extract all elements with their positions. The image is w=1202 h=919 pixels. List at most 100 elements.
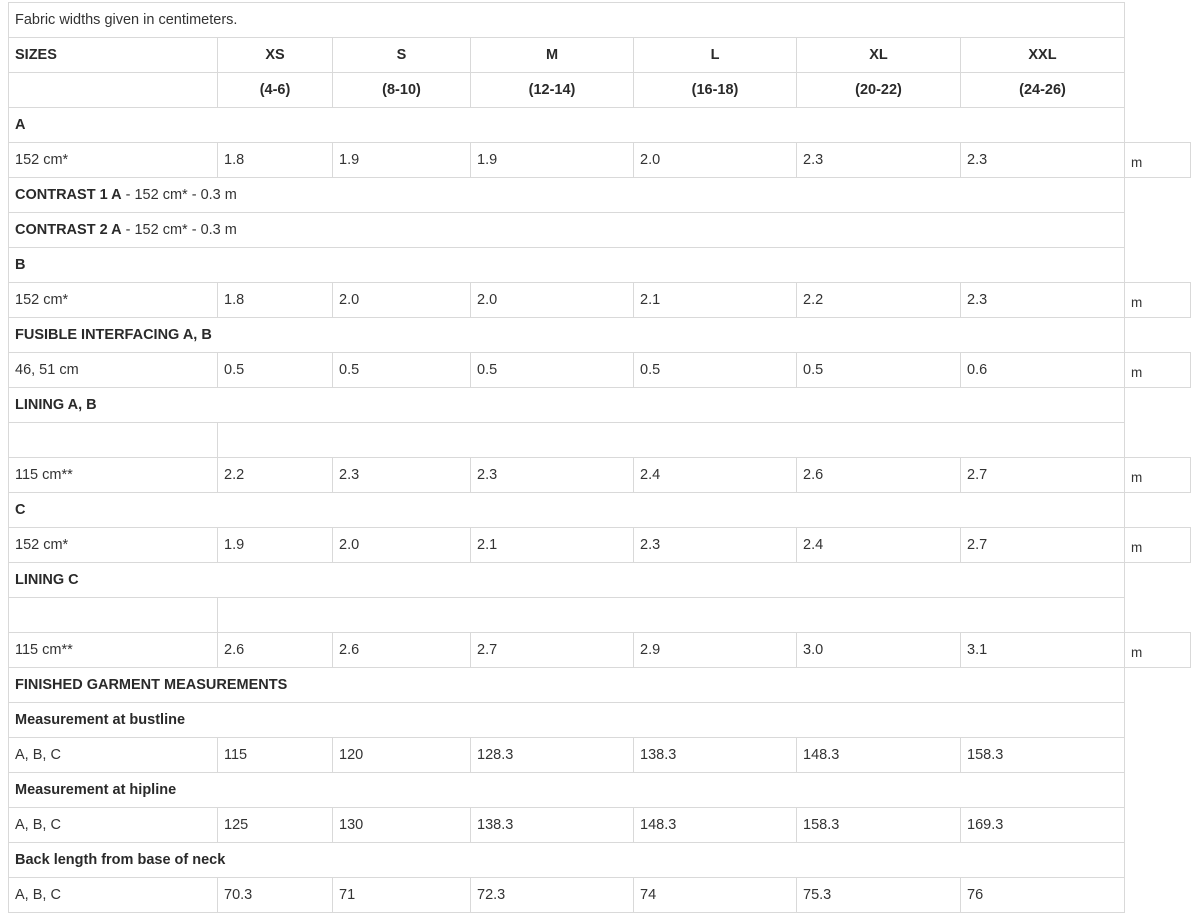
value-cell: 2.6 bbox=[217, 632, 333, 668]
row-label: 152 cm* bbox=[8, 142, 218, 178]
value-cell: 2.7 bbox=[960, 527, 1125, 563]
unit-cell: m bbox=[1124, 527, 1191, 563]
section-label: A bbox=[15, 117, 26, 133]
value-cell: 1.9 bbox=[332, 142, 471, 178]
value-cell: 2.3 bbox=[332, 457, 471, 493]
value-cell: 2.0 bbox=[470, 282, 634, 318]
size-header: XL bbox=[796, 37, 961, 73]
section-detail: - 152 cm* - 0.3 m bbox=[121, 187, 237, 203]
section-label: C bbox=[15, 502, 26, 518]
value-cell: 3.0 bbox=[796, 632, 961, 668]
value-cell: 2.3 bbox=[960, 282, 1125, 318]
value-cell: 2.3 bbox=[470, 457, 634, 493]
value-cell: 0.5 bbox=[470, 352, 634, 388]
empty-cell bbox=[217, 597, 1125, 633]
value-cell: 2.6 bbox=[332, 632, 471, 668]
value-cell: 0.6 bbox=[960, 352, 1125, 388]
section-heading: LINING A, B bbox=[8, 387, 1125, 423]
value-cell: 1.8 bbox=[217, 142, 333, 178]
section-heading: FINISHED GARMENT MEASUREMENTS bbox=[8, 667, 1125, 703]
section-heading: LINING C bbox=[8, 562, 1125, 598]
value-cell: 1.8 bbox=[217, 282, 333, 318]
empty-cell bbox=[217, 422, 1125, 458]
value-cell: 115 bbox=[217, 737, 333, 773]
value-cell: 2.0 bbox=[633, 142, 797, 178]
section-label: Measurement at bustline bbox=[15, 712, 186, 728]
subsection-heading: Back length from base of neck bbox=[8, 842, 1125, 878]
value-cell: 158.3 bbox=[796, 807, 961, 843]
section-label: LINING A, B bbox=[15, 397, 97, 413]
section-heading: CONTRAST 2 A - 152 cm* - 0.3 m bbox=[8, 212, 1125, 248]
value-cell: 138.3 bbox=[633, 737, 797, 773]
row-label: 46, 51 cm bbox=[8, 352, 218, 388]
value-cell: 148.3 bbox=[796, 737, 961, 773]
section-label: FUSIBLE INTERFACING A, B bbox=[15, 327, 212, 343]
size-range-header: (8-10) bbox=[332, 72, 471, 108]
size-header: M bbox=[470, 37, 634, 73]
size-header: XS bbox=[217, 37, 333, 73]
section-heading: B bbox=[8, 247, 1125, 283]
size-range-header: (12-14) bbox=[470, 72, 634, 108]
value-cell: 2.6 bbox=[796, 457, 961, 493]
row-label: 152 cm* bbox=[8, 527, 218, 563]
value-cell: 0.5 bbox=[796, 352, 961, 388]
size-range-header: (4-6) bbox=[217, 72, 333, 108]
unit-cell: m bbox=[1124, 282, 1191, 318]
value-cell: 130 bbox=[332, 807, 471, 843]
value-cell: 0.5 bbox=[217, 352, 333, 388]
value-cell: 1.9 bbox=[470, 142, 634, 178]
value-cell: 125 bbox=[217, 807, 333, 843]
subsection-heading: Measurement at bustline bbox=[8, 702, 1125, 738]
unit-cell: m bbox=[1124, 352, 1191, 388]
size-range-header: (20-22) bbox=[796, 72, 961, 108]
section-heading: C bbox=[8, 492, 1125, 528]
section-label: Back length from base of neck bbox=[15, 852, 226, 868]
value-cell: 70.3 bbox=[217, 877, 333, 913]
value-cell: 2.2 bbox=[217, 457, 333, 493]
value-cell: 2.2 bbox=[796, 282, 961, 318]
row-label: A, B, C bbox=[8, 877, 218, 913]
value-cell: 76 bbox=[960, 877, 1125, 913]
value-cell: 0.5 bbox=[633, 352, 797, 388]
value-cell: 2.7 bbox=[960, 457, 1125, 493]
empty-cell bbox=[8, 72, 218, 108]
row-label: A, B, C bbox=[8, 737, 218, 773]
value-cell: 169.3 bbox=[960, 807, 1125, 843]
unit-cell: m bbox=[1124, 457, 1191, 493]
value-cell: 75.3 bbox=[796, 877, 961, 913]
fabric-requirements-table: Fabric widths given in centimeters. SIZES… bbox=[0, 0, 1202, 919]
value-cell: 128.3 bbox=[470, 737, 634, 773]
row-label: 115 cm** bbox=[8, 457, 218, 493]
value-cell: 2.0 bbox=[332, 527, 471, 563]
value-cell: 158.3 bbox=[960, 737, 1125, 773]
section-label: B bbox=[15, 257, 26, 273]
value-cell: 2.0 bbox=[332, 282, 471, 318]
section-heading: A bbox=[8, 107, 1125, 143]
empty-cell bbox=[8, 597, 218, 633]
value-cell: 2.3 bbox=[796, 142, 961, 178]
section-label: CONTRAST 2 A bbox=[15, 222, 122, 238]
value-cell: 120 bbox=[332, 737, 471, 773]
empty-cell bbox=[8, 422, 218, 458]
value-cell: 148.3 bbox=[633, 807, 797, 843]
section-heading: FUSIBLE INTERFACING A, B bbox=[8, 317, 1125, 353]
value-cell: 2.1 bbox=[470, 527, 634, 563]
value-cell: 0.5 bbox=[332, 352, 471, 388]
section-label: FINISHED GARMENT MEASUREMENTS bbox=[15, 677, 288, 693]
value-cell: 138.3 bbox=[470, 807, 634, 843]
section-label: LINING C bbox=[15, 572, 79, 588]
row-label: A, B, C bbox=[8, 807, 218, 843]
unit-cell: m bbox=[1124, 142, 1191, 178]
row-label: 152 cm* bbox=[8, 282, 218, 318]
value-cell: 2.4 bbox=[796, 527, 961, 563]
section-label: Measurement at hipline bbox=[15, 782, 177, 798]
value-cell: 3.1 bbox=[960, 632, 1125, 668]
note-cell: Fabric widths given in centimeters. bbox=[8, 2, 1125, 38]
value-cell: 2.4 bbox=[633, 457, 797, 493]
size-range-header: (24-26) bbox=[960, 72, 1125, 108]
value-cell: 74 bbox=[633, 877, 797, 913]
value-cell: 72.3 bbox=[470, 877, 634, 913]
section-heading: CONTRAST 1 A - 152 cm* - 0.3 m bbox=[8, 177, 1125, 213]
size-header: XXL bbox=[960, 37, 1125, 73]
size-header: L bbox=[633, 37, 797, 73]
